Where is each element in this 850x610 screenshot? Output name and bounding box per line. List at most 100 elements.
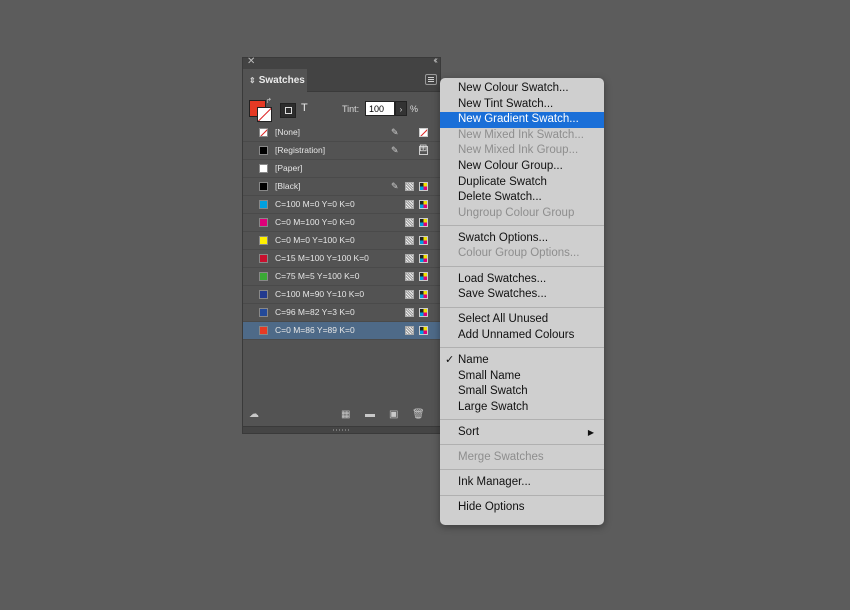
menu-item-label: Large Swatch	[458, 400, 529, 413]
cmyk-mode-icon	[419, 290, 428, 299]
process-color-icon	[405, 290, 414, 299]
close-icon[interactable]: ✕	[247, 56, 255, 67]
menu-item[interactable]: Small Name	[440, 369, 604, 385]
menu-item[interactable]: Delete Swatch...	[440, 190, 604, 206]
process-color-icon	[405, 236, 414, 245]
menu-item[interactable]: New Gradient Swatch...	[440, 112, 604, 128]
menu-item[interactable]: Select All Unused	[440, 312, 604, 328]
menu-item-label: New Mixed Ink Group...	[458, 144, 579, 157]
menu-item[interactable]: Swatch Options...	[440, 231, 604, 247]
panel-menu-button[interactable]	[425, 74, 437, 85]
cmyk-mode-icon	[419, 236, 428, 245]
tint-input[interactable]: 100	[365, 101, 395, 116]
menu-separator	[440, 444, 604, 446]
process-color-icon	[405, 308, 414, 317]
checkmark-icon: ✓	[445, 353, 455, 366]
swatch-name: C=75 M=5 Y=100 K=0	[275, 271, 360, 281]
menu-item-label: Name	[458, 353, 489, 366]
menu-item[interactable]: Add Unnamed Colours	[440, 328, 604, 344]
swatch-name: [Black]	[275, 181, 301, 191]
menu-item-label: New Gradient Swatch...	[458, 113, 579, 126]
show-swatches-icon[interactable]: ▦	[341, 409, 350, 420]
swatch-name: [Paper]	[275, 163, 303, 173]
tint-dropdown-arrow[interactable]: ›	[395, 101, 407, 116]
menu-item: New Mixed Ink Swatch...	[440, 128, 604, 144]
menu-item[interactable]: ✓ Name	[440, 353, 604, 369]
swatch-row[interactable]: [Registration] ✎	[243, 142, 440, 160]
menu-item-label: Delete Swatch...	[458, 191, 542, 204]
menu-item[interactable]: Ink Manager...	[440, 475, 604, 491]
menu-separator	[440, 347, 604, 349]
menu-item[interactable]: Duplicate Swatch	[440, 175, 604, 191]
process-color-icon	[405, 200, 414, 209]
process-color-icon	[405, 182, 414, 191]
swatch-row[interactable]: [Black] ✎	[243, 178, 440, 196]
menu-item-label: Load Swatches...	[458, 272, 547, 285]
menu-item[interactable]: Hide Options	[440, 500, 604, 516]
menu-separator	[440, 494, 604, 496]
tint-unit: %	[410, 104, 419, 114]
menu-item[interactable]: Load Swatches...	[440, 272, 604, 288]
menu-item[interactable]: Small Swatch	[440, 384, 604, 400]
locked-edit-icon: ✎	[391, 181, 399, 191]
swatch-name: C=0 M=0 Y=100 K=0	[275, 235, 355, 245]
swatch-row[interactable]: C=100 M=0 Y=0 K=0	[243, 196, 440, 214]
menu-item-label: Hide Options	[458, 501, 525, 514]
new-group-icon[interactable]: ▬	[365, 409, 375, 420]
formatting-container-button[interactable]	[280, 103, 296, 118]
menu-item[interactable]: Sort ▶	[440, 425, 604, 441]
resize-grip[interactable]	[243, 426, 440, 433]
menu-item-label: New Colour Group...	[458, 159, 563, 172]
menu-item[interactable]: Large Swatch	[440, 400, 604, 416]
swatch-row[interactable]: C=75 M=5 Y=100 K=0	[243, 268, 440, 286]
menu-item-label: Small Name	[458, 369, 521, 382]
tab-swatches-label: Swatches	[258, 75, 305, 86]
stroke-color-box[interactable]	[257, 107, 272, 122]
swatch-row[interactable]: [None] ✎	[243, 124, 440, 142]
cmyk-mode-icon	[419, 308, 428, 317]
swatch-row[interactable]: C=100 M=90 Y=10 K=0	[243, 286, 440, 304]
swatch-row[interactable]: C=96 M=82 Y=3 K=0	[243, 304, 440, 322]
swatch-row[interactable]: C=0 M=100 Y=0 K=0	[243, 214, 440, 232]
cmyk-mode-icon	[419, 182, 428, 191]
swatches-panel: ✕ ‹‹ ⇕ Swatches ↱ T Tint: 100 › % [None] ✎…	[242, 55, 441, 434]
menu-item: Merge Swatches	[440, 450, 604, 466]
locked-edit-icon: ✎	[391, 145, 399, 155]
formatting-text-button[interactable]: T	[301, 102, 308, 114]
swatch-row[interactable]: C=15 M=100 Y=100 K=0	[243, 250, 440, 268]
menu-item-label: Colour Group Options...	[458, 247, 580, 260]
menu-item-label: Add Unnamed Colours	[458, 328, 575, 341]
menu-separator	[440, 419, 604, 421]
swatch-color-chip	[259, 128, 268, 137]
menu-item-label: New Tint Swatch...	[458, 97, 554, 110]
swatch-color-chip	[259, 146, 268, 155]
menu-item[interactable]: Save Swatches...	[440, 287, 604, 303]
tab-swatches[interactable]: ⇕ Swatches	[243, 69, 307, 92]
menu-item: Colour Group Options...	[440, 246, 604, 262]
swatch-controls: ↱ T Tint: 100 › %	[243, 92, 440, 124]
swap-icon[interactable]: ↱	[266, 97, 272, 105]
swatch-name: C=15 M=100 Y=100 K=0	[275, 253, 369, 263]
new-swatch-icon[interactable]: ▣	[389, 409, 398, 420]
menu-item[interactable]: New Colour Group...	[440, 159, 604, 175]
panel-flyout-menu: New Colour Swatch... New Tint Swatch... Ne…	[440, 78, 604, 525]
swatch-row[interactable]: [Paper]	[243, 160, 440, 178]
menu-item[interactable]: New Colour Swatch...	[440, 81, 604, 97]
swatch-color-chip	[259, 272, 268, 281]
cloud-library-icon[interactable]: ☁	[249, 409, 259, 420]
locked-edit-icon: ✎	[391, 127, 399, 137]
menu-item-label: Swatch Options...	[458, 231, 549, 244]
menu-item: Ungroup Colour Group	[440, 206, 604, 222]
menu-item-label: Ink Manager...	[458, 475, 531, 488]
menu-item[interactable]: New Tint Swatch...	[440, 97, 604, 113]
swatch-row[interactable]: C=0 M=86 Y=89 K=0	[243, 322, 440, 340]
swatch-name: C=96 M=82 Y=3 K=0	[275, 307, 355, 317]
collapse-icon[interactable]: ‹‹	[433, 55, 437, 66]
menu-separator	[440, 306, 604, 308]
menu-item: New Mixed Ink Group...	[440, 143, 604, 159]
swatch-color-chip	[259, 308, 268, 317]
swatch-color-chip	[259, 182, 268, 191]
menu-separator	[440, 225, 604, 227]
swatch-row[interactable]: C=0 M=0 Y=100 K=0	[243, 232, 440, 250]
delete-icon[interactable]: 🗑	[412, 409, 425, 420]
